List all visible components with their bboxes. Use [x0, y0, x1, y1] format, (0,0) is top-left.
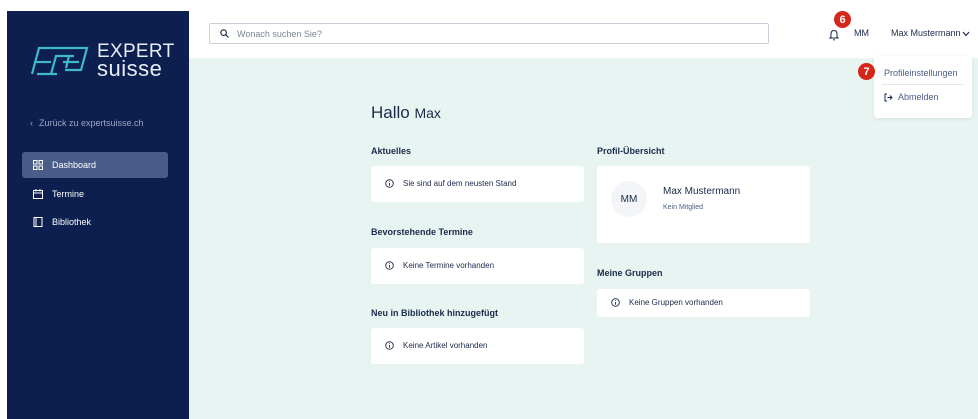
calendar-icon — [33, 189, 43, 199]
back-link[interactable]: ‹ Zurück zu expertsuisse.ch — [30, 118, 144, 128]
logo-mark-icon — [30, 47, 89, 76]
logo-line2: suisse — [97, 56, 163, 82]
profile-name: Max Mustermann — [663, 186, 741, 197]
sidebar-item-bibliothek[interactable]: Bibliothek — [22, 209, 168, 235]
annotation-badge-7: 7 — [858, 63, 875, 80]
search-input[interactable]: Wonach suchen Sie? — [209, 23, 769, 44]
section-title-bibliothek: Neu in Bibliothek hinzugefügt — [371, 308, 498, 318]
info-icon — [385, 341, 394, 350]
top-bar: Wonach suchen Sie? MM Max Mustermann — [189, 11, 978, 59]
chevron-left-icon: ‹ — [30, 118, 33, 128]
info-row: Keine Artikel vorhanden — [385, 341, 488, 350]
book-icon — [33, 217, 43, 227]
sidebar-item-termine[interactable]: Termine — [22, 181, 168, 207]
gruppen-card: Keine Gruppen vorhanden — [597, 289, 810, 317]
sidebar-item-label: Dashboard — [52, 160, 97, 170]
info-icon — [385, 261, 394, 270]
sidebar-item-dashboard[interactable]: Dashboard — [22, 152, 168, 178]
aktuelles-message: Sie sind auf dem neusten Stand — [403, 179, 517, 188]
chevron-down-icon[interactable] — [962, 31, 970, 37]
greeting-word: Hallo — [371, 103, 410, 122]
annotation-badge-6: 6 — [834, 11, 851, 28]
sidebar-item-label: Termine — [52, 189, 85, 199]
section-title-profil: Profil-Übersicht — [597, 146, 665, 156]
logout-button[interactable]: Abmelden — [884, 92, 939, 102]
avatar[interactable]: MM — [854, 28, 869, 38]
logo-text: EXPERT suisse — [97, 42, 174, 82]
logout-label: Abmelden — [898, 92, 939, 102]
bell-icon[interactable] — [829, 29, 839, 41]
info-icon — [611, 298, 620, 307]
greeting-name: Max — [414, 105, 441, 121]
profile-card[interactable]: MM Max Mustermann Kein Mitglied — [597, 166, 810, 243]
bibliothek-card: Keine Artikel vorhanden — [371, 328, 584, 364]
logout-icon — [884, 93, 893, 101]
section-title-gruppen: Meine Gruppen — [597, 268, 663, 278]
bibliothek-message: Keine Artikel vorhanden — [403, 341, 488, 350]
profile-settings-link[interactable]: Profileinstellungen — [884, 68, 958, 78]
search-icon — [220, 29, 229, 38]
user-dropdown-menu: Profileinstellungen Abmelden — [874, 56, 972, 118]
aktuelles-card: Sie sind auf dem neusten Stand — [371, 166, 584, 202]
info-row: Sie sind auf dem neusten Stand — [385, 179, 516, 188]
termine-message: Keine Termine vorhanden — [403, 261, 495, 270]
section-title-termine: Bevorstehende Termine — [371, 227, 473, 237]
back-link-label: Zurück zu expertsuisse.ch — [39, 118, 144, 128]
expertsuisse-logo[interactable]: EXPERT suisse — [29, 42, 174, 82]
membership-status: Kein Mitglied — [663, 204, 704, 211]
section-title-aktuelles: Aktuelles — [371, 146, 412, 156]
main-content — [189, 58, 978, 419]
sidebar-item-label: Bibliothek — [52, 217, 92, 227]
termine-card: Keine Termine vorhanden — [371, 248, 584, 284]
info-icon — [385, 179, 394, 188]
user-name[interactable]: Max Mustermann — [891, 28, 961, 38]
search-placeholder: Wonach suchen Sie? — [237, 28, 322, 39]
info-row: Keine Termine vorhanden — [385, 261, 494, 270]
profile-avatar: MM — [611, 181, 647, 217]
info-row: Keine Gruppen vorhanden — [611, 298, 723, 307]
divider — [882, 84, 964, 85]
dashboard-icon — [33, 160, 43, 170]
gruppen-message: Keine Gruppen vorhanden — [629, 298, 723, 307]
page-title: Hallo Max — [371, 103, 441, 123]
